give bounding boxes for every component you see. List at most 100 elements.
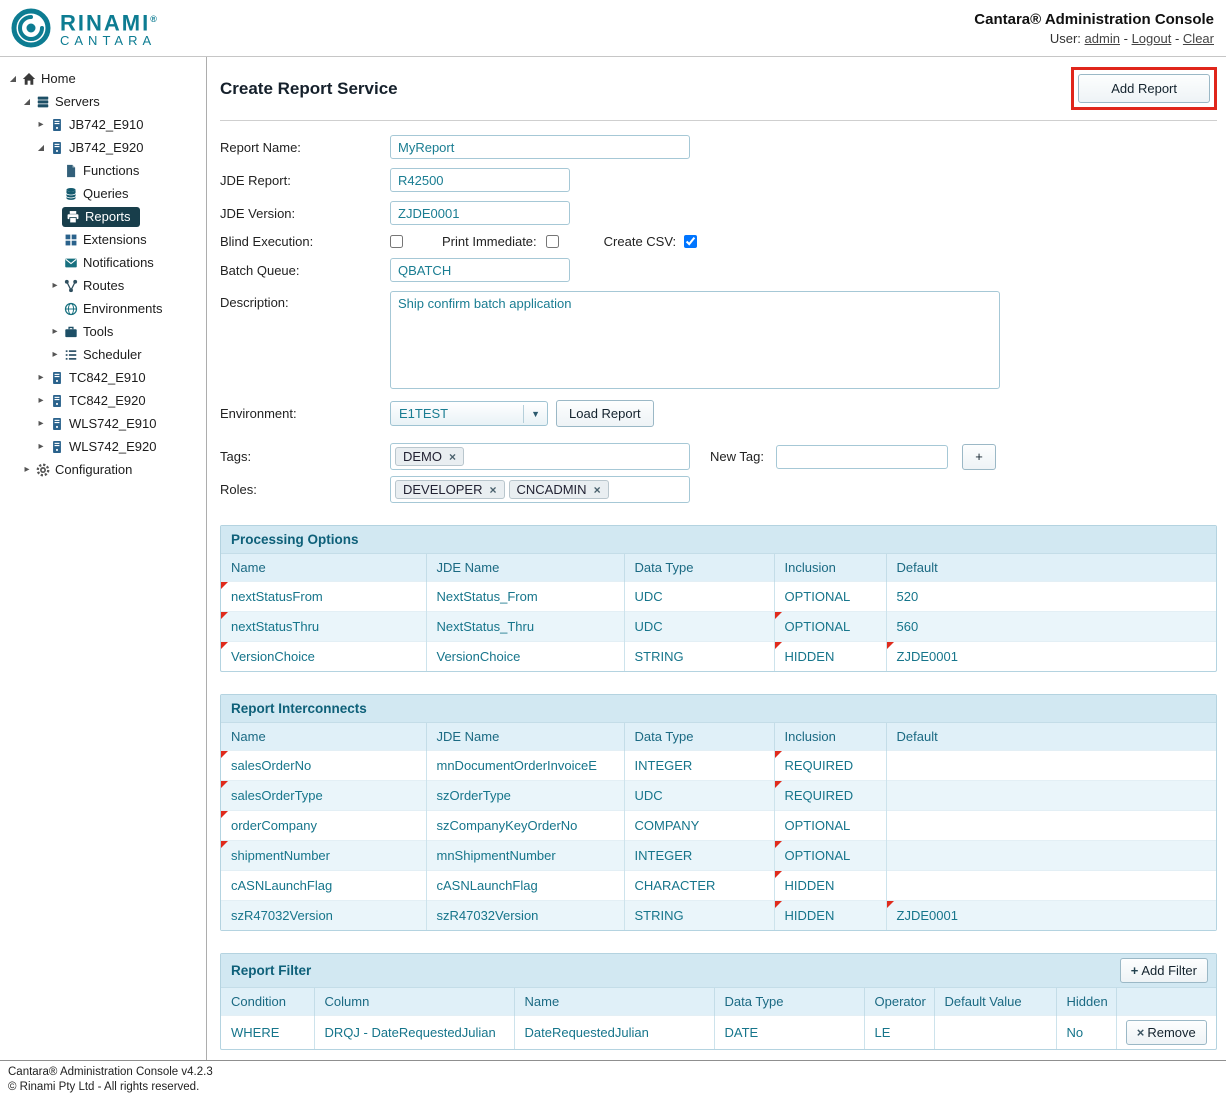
batch-queue-field[interactable]	[390, 258, 570, 282]
jde-report-field[interactable]	[390, 168, 570, 192]
report-name-field[interactable]	[390, 135, 690, 159]
roles-input[interactable]: DEVELOPER × CNCADMIN ×	[390, 476, 690, 503]
expand-arrow[interactable]: ▸	[34, 395, 48, 406]
add-filter-button[interactable]: +Add Filter	[1120, 958, 1208, 983]
cell-data-type[interactable]: UDC	[624, 781, 774, 811]
cell-inclusion[interactable]: OPTIONAL	[774, 582, 886, 612]
cell-jde-name[interactable]: szOrderType	[426, 781, 624, 811]
cell-data-type[interactable]: COMPANY	[624, 811, 774, 841]
cell-jde-name[interactable]: mnShipmentNumber	[426, 841, 624, 871]
expand-arrow[interactable]: ◢	[6, 74, 20, 83]
blind-execution-checkbox[interactable]	[390, 235, 403, 248]
add-report-button[interactable]: Add Report	[1078, 74, 1210, 103]
sidebar-item-tc842-e920[interactable]: ▸ TC842_E920	[2, 389, 204, 412]
expand-arrow[interactable]: ▸	[48, 326, 62, 337]
environment-select[interactable]: E1TEST ▼	[390, 401, 548, 426]
cell-inclusion[interactable]: HIDDEN	[774, 871, 886, 901]
cell-data-type[interactable]: INTEGER	[624, 841, 774, 871]
description-field[interactable]: Ship confirm batch application	[390, 291, 1000, 389]
create-csv-checkbox[interactable]	[684, 235, 697, 248]
remove-tag-icon[interactable]: ×	[449, 450, 456, 464]
cell-default[interactable]	[886, 781, 1216, 811]
clear-link[interactable]: Clear	[1183, 31, 1214, 46]
cell-jde-name[interactable]: mnDocumentOrderInvoiceE	[426, 751, 624, 781]
cell-default[interactable]	[886, 871, 1216, 901]
cell-jde-name[interactable]: cASNLaunchFlag	[426, 871, 624, 901]
cell-default[interactable]: 520	[886, 582, 1216, 612]
cell-jde-name[interactable]: NextStatus_Thru	[426, 612, 624, 642]
cell-jde-name[interactable]: szR47032Version	[426, 901, 624, 931]
tags-input[interactable]: DEMO ×	[390, 443, 690, 470]
cell-inclusion[interactable]: OPTIONAL	[774, 841, 886, 871]
cell-data-type[interactable]: INTEGER	[624, 751, 774, 781]
jde-version-field[interactable]	[390, 201, 570, 225]
expand-arrow[interactable]: ▸	[48, 280, 62, 291]
expand-arrow[interactable]: ▸	[34, 441, 48, 452]
sidebar-item-configuration[interactable]: ▸ Configuration	[2, 458, 204, 481]
cell-default[interactable]: ZJDE0001	[886, 642, 1216, 672]
cell-name[interactable]: salesOrderType	[221, 781, 426, 811]
sidebar-item-jb742-e920[interactable]: ◢ JB742_E920	[2, 136, 204, 159]
new-tag-field[interactable]	[776, 445, 948, 469]
cell-jde-name[interactable]: szCompanyKeyOrderNo	[426, 811, 624, 841]
sidebar-item-wls742-e910[interactable]: ▸ WLS742_E910	[2, 412, 204, 435]
cell-inclusion[interactable]: REQUIRED	[774, 781, 886, 811]
cell-jde-name[interactable]: NextStatus_From	[426, 582, 624, 612]
sidebar-item-routes[interactable]: ▸ Routes	[2, 274, 204, 297]
cell-condition[interactable]: WHERE	[221, 1016, 314, 1050]
cell-inclusion[interactable]: REQUIRED	[774, 751, 886, 781]
cell-name[interactable]: cASNLaunchFlag	[221, 871, 426, 901]
print-immediate-checkbox[interactable]	[546, 235, 559, 248]
cell-data-type[interactable]: UDC	[624, 612, 774, 642]
sidebar-item-functions[interactable]: Functions	[2, 159, 204, 182]
remove-role-icon[interactable]: ×	[489, 483, 496, 497]
sidebar-item-queries[interactable]: Queries	[2, 182, 204, 205]
cell-inclusion[interactable]: HIDDEN	[774, 901, 886, 931]
expand-arrow[interactable]: ▸	[34, 372, 48, 383]
sidebar-item-extensions[interactable]: Extensions	[2, 228, 204, 251]
cell-data-type[interactable]: CHARACTER	[624, 871, 774, 901]
cell-column[interactable]: DRQJ - DateRequestedJulian	[314, 1016, 514, 1050]
cell-inclusion[interactable]: OPTIONAL	[774, 811, 886, 841]
sidebar-item-tools[interactable]: ▸ Tools	[2, 320, 204, 343]
expand-arrow[interactable]: ◢	[34, 143, 48, 152]
logout-link[interactable]: Logout	[1132, 31, 1172, 46]
expand-arrow[interactable]: ▸	[34, 119, 48, 130]
cell-inclusion[interactable]: HIDDEN	[774, 642, 886, 672]
expand-arrow[interactable]: ◢	[20, 97, 34, 106]
sidebar-item-wls742-e920[interactable]: ▸ WLS742_E920	[2, 435, 204, 458]
cell-name[interactable]: nextStatusThru	[221, 612, 426, 642]
cell-default[interactable]: 560	[886, 612, 1216, 642]
cell-default[interactable]	[886, 751, 1216, 781]
sidebar-item-reports[interactable]: Reports	[2, 205, 204, 228]
cell-operator[interactable]: LE	[864, 1016, 934, 1050]
cell-default[interactable]: ZJDE0001	[886, 901, 1216, 931]
sidebar-item-notifications[interactable]: Notifications	[2, 251, 204, 274]
cell-inclusion[interactable]: OPTIONAL	[774, 612, 886, 642]
cell-name[interactable]: DateRequestedJulian	[514, 1016, 714, 1050]
add-tag-button[interactable]: +	[962, 444, 996, 470]
sidebar-item-jb742-e910[interactable]: ▸ JB742_E910	[2, 113, 204, 136]
sidebar-item-servers[interactable]: ◢ Servers	[2, 90, 204, 113]
cell-jde-name[interactable]: VersionChoice	[426, 642, 624, 672]
cell-name[interactable]: shipmentNumber	[221, 841, 426, 871]
remove-filter-button[interactable]: ×Remove	[1126, 1020, 1207, 1045]
sidebar-item-tc842-e910[interactable]: ▸ TC842_E910	[2, 366, 204, 389]
cell-name[interactable]: salesOrderNo	[221, 751, 426, 781]
expand-arrow[interactable]: ▸	[20, 464, 34, 475]
remove-role-icon[interactable]: ×	[594, 483, 601, 497]
cell-default-value[interactable]	[934, 1016, 1056, 1050]
cell-hidden[interactable]: No	[1056, 1016, 1116, 1050]
cell-name[interactable]: nextStatusFrom	[221, 582, 426, 612]
sidebar-item-environments[interactable]: Environments	[2, 297, 204, 320]
cell-name[interactable]: orderCompany	[221, 811, 426, 841]
sidebar-item-home[interactable]: ◢ Home	[2, 67, 204, 90]
expand-arrow[interactable]: ▸	[34, 418, 48, 429]
cell-data-type[interactable]: UDC	[624, 582, 774, 612]
cell-data-type[interactable]: STRING	[624, 642, 774, 672]
rinami-logo[interactable]: RINAMI® CANTARA	[10, 7, 159, 49]
cell-name[interactable]: VersionChoice	[221, 642, 426, 672]
cell-default[interactable]	[886, 811, 1216, 841]
expand-arrow[interactable]: ▸	[48, 349, 62, 360]
sidebar-item-scheduler[interactable]: ▸ Scheduler	[2, 343, 204, 366]
